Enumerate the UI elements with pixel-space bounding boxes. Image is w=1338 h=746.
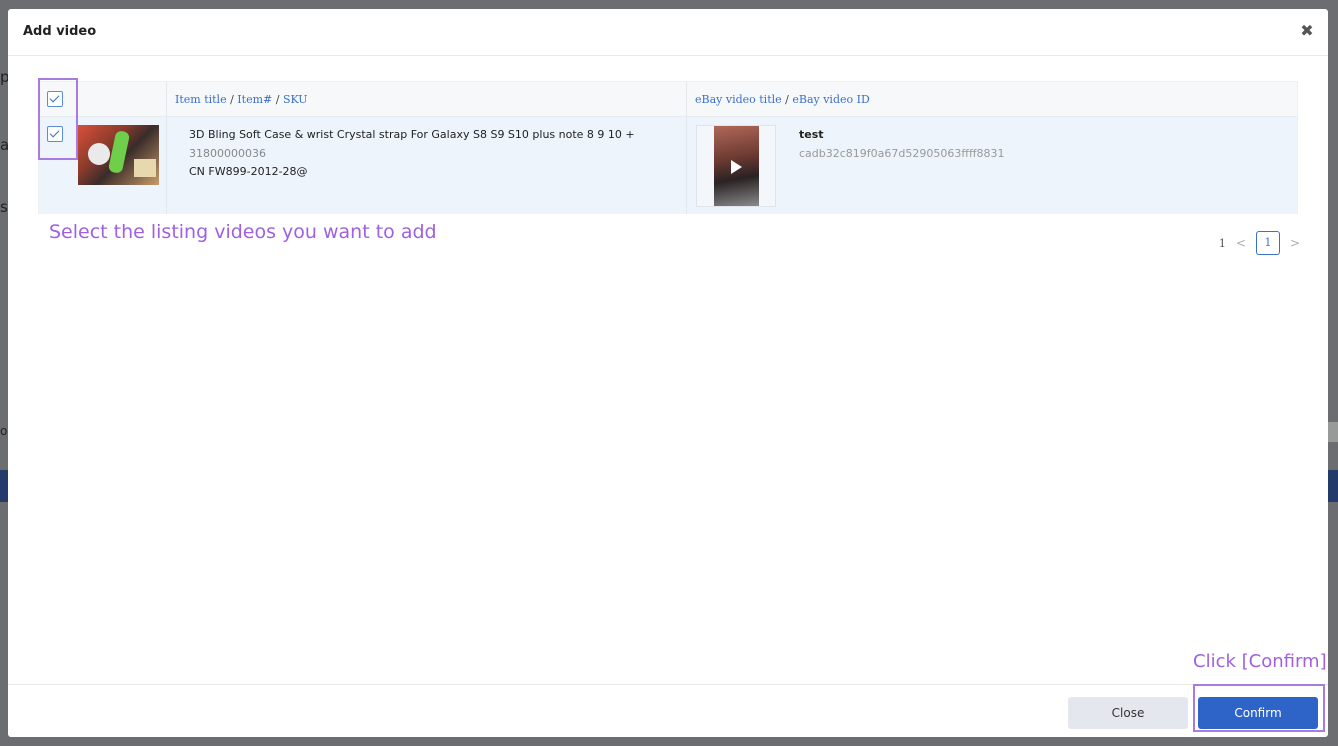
close-icon[interactable]: ✖: [1298, 22, 1316, 40]
checkbox-highlight-box: [38, 78, 78, 160]
pagination-prev-icon[interactable]: <: [1236, 236, 1246, 250]
header-separator: /: [226, 93, 238, 106]
modal-title: Add video: [23, 24, 97, 39]
confirm-hint-annotation: Click [Confirm]: [1193, 651, 1327, 672]
pagination: 1 < 1 >: [1219, 231, 1300, 255]
select-hint-annotation: Select the listing videos you want to ad…: [49, 221, 437, 243]
header-video-col: eBay video title / eBay video ID: [695, 82, 870, 117]
item-thumbnail[interactable]: [78, 125, 159, 185]
header-video-title[interactable]: eBay video title: [695, 93, 782, 106]
header-video-id[interactable]: eBay video ID: [792, 93, 869, 106]
add-video-modal: Add video ✖ Item title / Item# / SKU eBa…: [8, 9, 1328, 737]
video-thumbnail[interactable]: [714, 126, 759, 206]
play-icon[interactable]: [731, 160, 742, 174]
pagination-page-1[interactable]: 1: [1255, 231, 1280, 255]
close-button[interactable]: Close: [1068, 697, 1188, 729]
table-row[interactable]: 3D Bling Soft Case & wrist Crystal strap…: [39, 117, 1297, 214]
column-divider: [686, 82, 687, 116]
pagination-total: 1: [1218, 236, 1226, 250]
column-divider: [166, 82, 167, 116]
pagination-next-icon[interactable]: >: [1290, 236, 1300, 250]
video-table: Item title / Item# / SKU eBay video titl…: [38, 81, 1298, 214]
item-title[interactable]: 3D Bling Soft Case & wrist Crystal strap…: [189, 128, 635, 141]
video-title: test: [799, 128, 824, 141]
header-separator: /: [272, 93, 283, 106]
header-item-col: Item title / Item# / SKU: [175, 82, 308, 117]
backdrop-letter: s: [0, 198, 8, 216]
item-sku: CN FW899-2012-28@: [189, 165, 308, 178]
header-sku[interactable]: SKU: [283, 93, 308, 106]
column-divider: [686, 117, 687, 214]
column-divider: [166, 117, 167, 214]
modal-header: Add video ✖: [8, 9, 1328, 56]
table-header: Item title / Item# / SKU eBay video titl…: [39, 82, 1297, 117]
video-id: cadb32c819f0a67d52905063ffff8831: [799, 147, 1005, 160]
item-number: 31800000036: [189, 147, 266, 160]
header-item-title[interactable]: Item title: [175, 93, 227, 106]
confirm-highlight-box: [1193, 684, 1325, 732]
modal-footer: Close Confirm: [8, 684, 1328, 737]
header-item-number[interactable]: Item#: [237, 93, 272, 106]
header-separator: /: [781, 93, 793, 106]
